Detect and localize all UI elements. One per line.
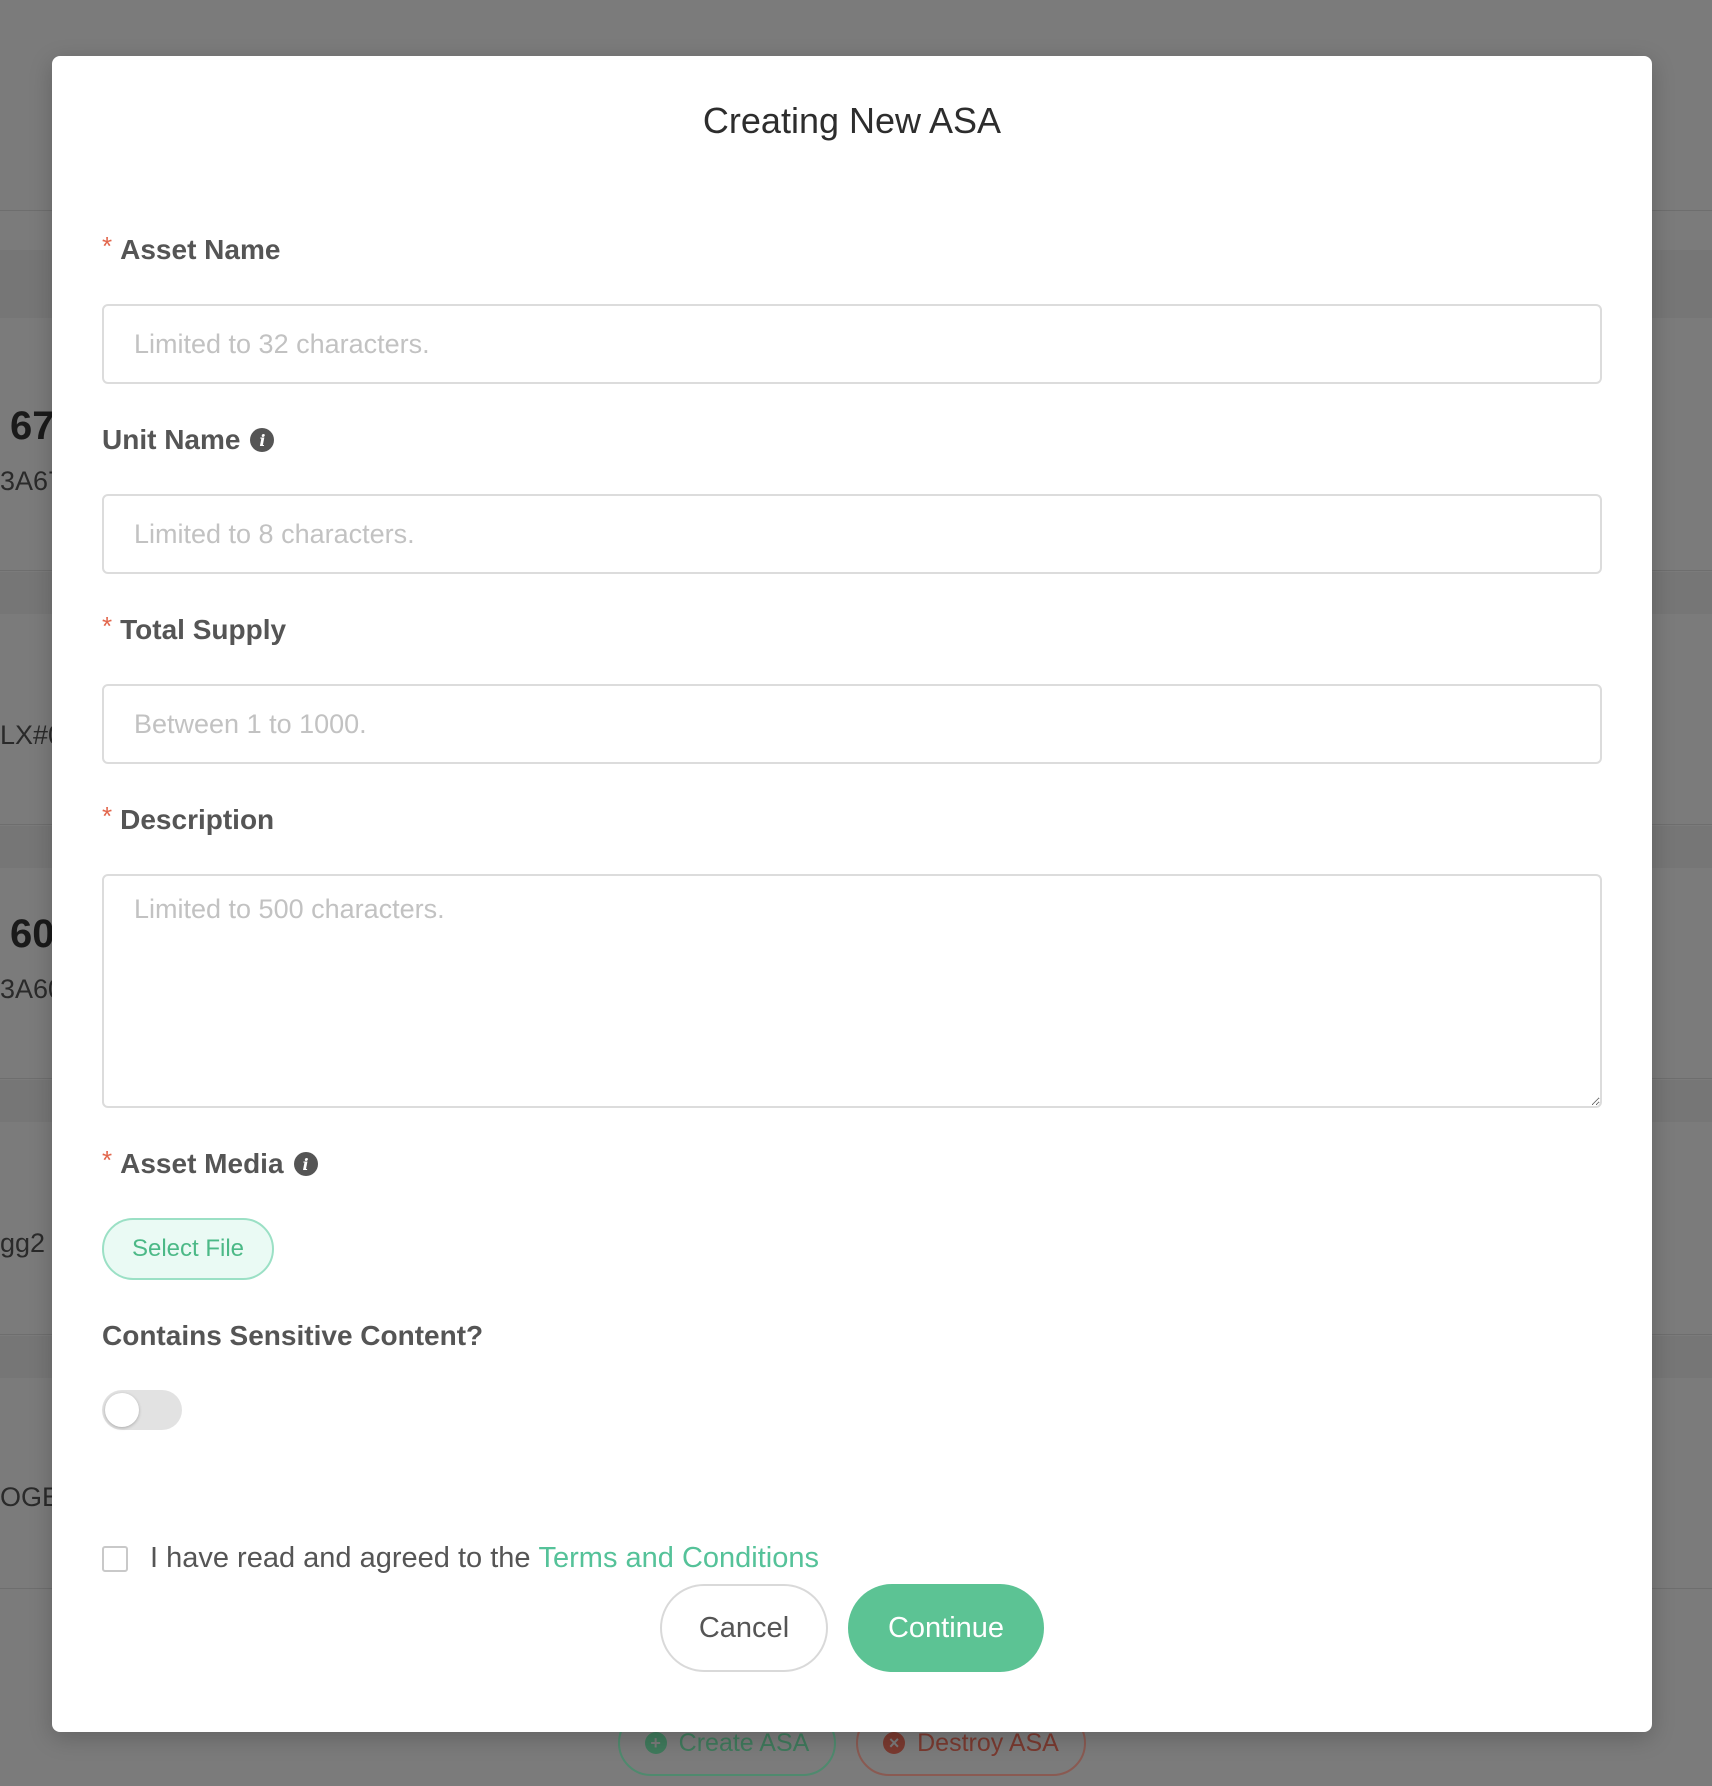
- asset-media-label: * Asset Media i: [102, 1144, 318, 1180]
- asset-name-input[interactable]: [102, 304, 1602, 384]
- bg-asset-number: 60: [10, 912, 55, 956]
- description-label: * Description: [102, 800, 275, 836]
- select-file-button[interactable]: Select File: [102, 1218, 274, 1280]
- sensitive-content-toggle[interactable]: [102, 1390, 182, 1430]
- required-marker: *: [102, 610, 113, 641]
- terms-agreement-row: I have read and agreed to the Terms and …: [102, 1542, 819, 1575]
- destroy-asa-label: Destroy ASA: [917, 1728, 1059, 1757]
- total-supply-label-text: Total Supply: [120, 614, 287, 645]
- toggle-knob: [105, 1393, 139, 1427]
- total-supply-label: * Total Supply: [102, 610, 287, 646]
- required-marker: *: [102, 800, 113, 831]
- asset-name-label: * Asset Name: [102, 230, 281, 266]
- plus-circle-icon: +: [644, 1732, 667, 1754]
- asset-name-label-text: Asset Name: [120, 234, 281, 265]
- unit-name-label-text: Unit Name: [102, 424, 241, 455]
- description-label-text: Description: [120, 804, 275, 835]
- required-marker: *: [102, 230, 113, 261]
- sensitive-content-label-text: Contains Sensitive Content?: [102, 1320, 484, 1351]
- create-asa-modal: Creating New ASA * Asset Name Unit Name …: [52, 56, 1652, 1732]
- info-icon[interactable]: i: [293, 1152, 318, 1176]
- info-icon[interactable]: i: [250, 428, 275, 452]
- sensitive-content-label: Contains Sensitive Content?: [102, 1320, 483, 1352]
- unit-name-input[interactable]: [102, 494, 1602, 574]
- cancel-button[interactable]: Cancel: [660, 1584, 828, 1672]
- required-marker: *: [102, 1144, 113, 1175]
- continue-button[interactable]: Continue: [848, 1584, 1044, 1672]
- bg-asset-number: 67: [10, 404, 55, 448]
- x-circle-icon: ×: [883, 1732, 906, 1754]
- modal-title: Creating New ASA: [702, 100, 1002, 141]
- terms-agreement-text: I have read and agreed to the: [150, 1542, 531, 1574]
- terms-checkbox[interactable]: [102, 1545, 128, 1572]
- create-asa-label: Create ASA: [678, 1728, 810, 1757]
- bg-asset-code: gg2: [0, 1228, 46, 1258]
- description-textarea[interactable]: [102, 874, 1602, 1108]
- terms-and-conditions-link[interactable]: Terms and Conditions: [539, 1542, 819, 1575]
- bg-asset-code: OGE: [0, 1482, 61, 1512]
- asset-media-label-text: Asset Media: [120, 1148, 284, 1179]
- total-supply-input[interactable]: [102, 684, 1602, 764]
- unit-name-label: Unit Name i: [102, 424, 275, 456]
